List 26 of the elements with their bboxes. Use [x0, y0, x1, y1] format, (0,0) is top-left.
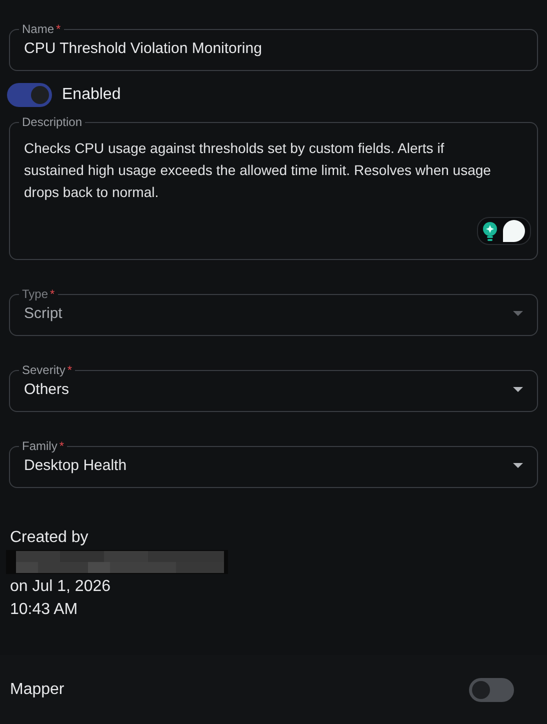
caret-icon	[513, 463, 523, 469]
field-label: Type	[22, 287, 48, 301]
required-mark: *	[56, 22, 61, 36]
assistant-pill[interactable]	[477, 217, 531, 245]
select-field[interactable]: Family * Desktop Health	[9, 439, 538, 488]
chat-bubble-icon	[503, 220, 525, 242]
caret-icon	[513, 311, 523, 317]
mapper-toggle[interactable]	[469, 678, 514, 702]
required-mark: *	[59, 439, 64, 453]
name-field[interactable]: Name * CPU Threshold Violation Monitoring	[9, 22, 538, 71]
description-field[interactable]: Description Checks CPU usage against thresholds set by custom fields. Alerts if sustained high usage exceeds the allowed time limit. Resolves when usage drops back to normal.	[9, 115, 538, 260]
field-label: Severity	[22, 363, 66, 377]
created-time: 10:43 AM	[10, 600, 79, 620]
required-mark: *	[50, 287, 55, 301]
field-label: Name	[22, 22, 54, 36]
field-label: Description	[21, 115, 84, 129]
lightbulb-icon	[483, 222, 497, 240]
created-by-label: Created by	[10, 528, 90, 548]
field-label: Family	[22, 439, 58, 453]
created-date: on Jul 1, 2026	[10, 577, 112, 597]
caret-icon	[513, 387, 523, 393]
toggle-label: Enabled	[62, 86, 121, 104]
select-field[interactable]: Severity * Others	[9, 363, 538, 412]
enabled-toggle[interactable]	[7, 83, 52, 107]
required-mark: *	[67, 363, 72, 377]
mapper-label: Mapper	[10, 680, 64, 700]
